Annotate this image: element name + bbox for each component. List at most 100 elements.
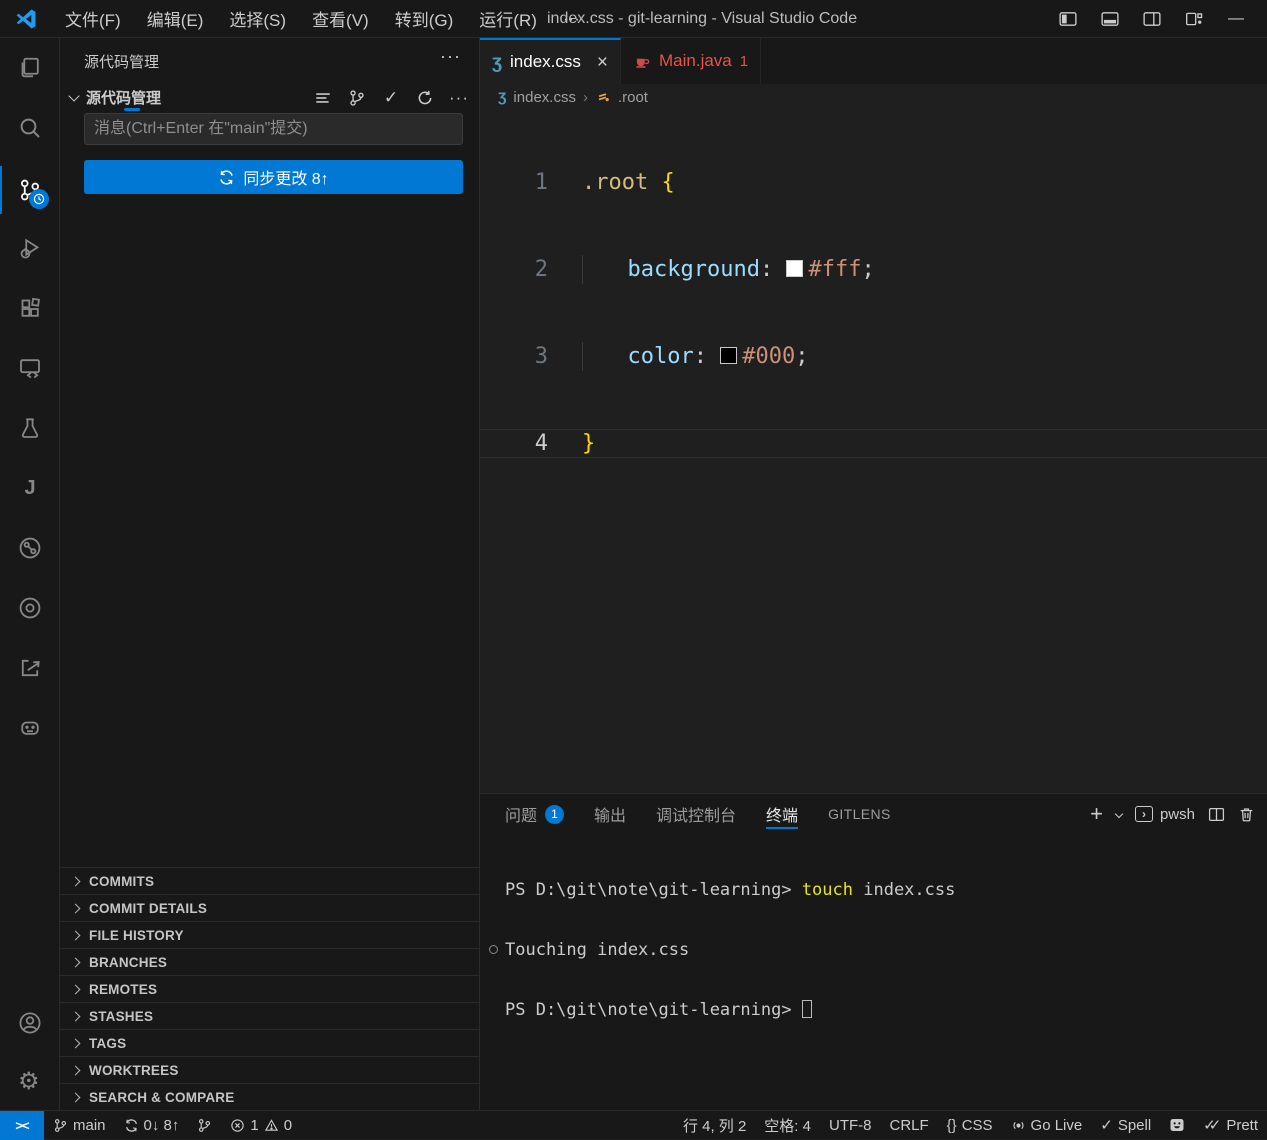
line-number: 4	[480, 430, 548, 457]
warning-icon	[264, 1118, 279, 1133]
graph-status-icon[interactable]	[188, 1111, 221, 1140]
sidebar-section-remotes[interactable]: REMOTES	[60, 975, 479, 1002]
panel-tab-debug-console[interactable]: 调试控制台	[656, 794, 736, 834]
view-as-list-icon[interactable]	[313, 88, 333, 108]
color-swatch-white[interactable]	[786, 260, 803, 277]
export-tool-icon[interactable]	[18, 656, 42, 680]
breadcrumb-file[interactable]: index.css	[513, 89, 576, 106]
account-icon[interactable]	[18, 1011, 42, 1035]
spell-text: Spell	[1118, 1117, 1151, 1134]
colon: :	[760, 257, 787, 282]
close-brace: }	[582, 431, 595, 456]
toggle-secondary-sidebar-icon[interactable]	[1135, 4, 1169, 34]
kill-terminal-trash-icon[interactable]	[1238, 806, 1255, 823]
code-editor[interactable]: 1.root { 2background: #fff; 3color: #000…	[480, 110, 1267, 793]
explorer-icon[interactable]	[18, 55, 42, 79]
sidebar-section-search-compare[interactable]: SEARCH & COMPARE	[60, 1083, 479, 1110]
spell-checker[interactable]: ✓ Spell	[1091, 1111, 1160, 1140]
vscode-logo-icon	[14, 7, 38, 31]
menu-view[interactable]: 查看(V)	[299, 2, 382, 35]
sidebar-section-tags[interactable]: TAGS	[60, 1029, 479, 1056]
menu-goto[interactable]: 转到(G)	[382, 2, 467, 35]
panel-tab-label: 终端	[766, 802, 798, 826]
prettier-status[interactable]: ✓✓ Prett	[1194, 1111, 1267, 1140]
line-number: 3	[480, 342, 548, 371]
problems-status[interactable]: 1 0	[221, 1111, 301, 1140]
terminal-output[interactable]: PS D:\git\note\git-learning> touch index…	[480, 840, 1267, 1110]
record-target-icon[interactable]	[18, 596, 42, 620]
panel-tabs: 问题 1 输出 调试控制台 终端 GITLENS	[505, 794, 891, 834]
panel-tab-output[interactable]: 输出	[594, 794, 626, 834]
breadcrumb-symbol[interactable]: .root	[618, 89, 648, 106]
language-mode[interactable]: {} CSS	[938, 1111, 1002, 1140]
remote-explorer-icon[interactable]	[18, 356, 42, 380]
terminal-command: touch	[802, 880, 853, 900]
code-line-2: 2background: #fff;	[480, 255, 1267, 284]
branch-indicator[interactable]: main	[44, 1111, 115, 1140]
extensions-icon[interactable]	[18, 296, 42, 320]
sync-changes-button[interactable]: 同步更改 8↑	[84, 160, 463, 194]
code-line-3: 3color: #000;	[480, 342, 1267, 371]
toggle-panel-icon[interactable]	[1093, 4, 1127, 34]
menu-edit[interactable]: 编辑(E)	[134, 2, 217, 35]
sidebar-section-commits[interactable]: COMMITS	[60, 867, 479, 894]
commit-message-input[interactable]	[84, 113, 463, 145]
panel-tab-problems[interactable]: 问题 1	[505, 794, 564, 834]
section-label: SEARCH & COMPARE	[89, 1090, 234, 1105]
tab-main-java[interactable]: Main.java 1	[621, 38, 761, 84]
panel-tab-gitlens[interactable]: GITLENS	[828, 794, 891, 834]
sidebar-section-branches[interactable]: BRANCHES	[60, 948, 479, 975]
source-control-icon[interactable]	[18, 178, 42, 202]
menu-run[interactable]: 运行(R)	[466, 2, 550, 35]
sidebar-more-icon[interactable]: ···	[440, 46, 461, 67]
toggle-sidebar-icon[interactable]	[1051, 4, 1085, 34]
menu-bar: 文件(F) 编辑(E) 选择(S) 查看(V) 转到(G) 运行(R) ···	[52, 2, 593, 35]
menu-file[interactable]: 文件(F)	[52, 2, 134, 35]
tab-index-css[interactable]: ʒ index.css ×	[480, 38, 621, 84]
sidebar-section-stashes[interactable]: STASHES	[60, 1002, 479, 1029]
gitlens-sections: COMMITS COMMIT DETAILS FILE HISTORY BRAN…	[60, 867, 479, 1110]
breadcrumb-separator: ›	[583, 89, 588, 106]
sync-status[interactable]: 0↓ 8↑	[115, 1111, 189, 1140]
customize-layout-icon[interactable]	[1177, 4, 1211, 34]
testing-beaker-icon[interactable]	[18, 416, 42, 440]
command-decoration-icon[interactable]	[489, 945, 498, 954]
close-icon[interactable]: ×	[597, 53, 608, 72]
minimize-button[interactable]: —	[1219, 4, 1253, 34]
bottom-panel: 问题 1 输出 调试控制台 终端 GITLENS + › pwsh	[480, 793, 1267, 1110]
panel-actions: + › pwsh	[1090, 794, 1255, 834]
commit-check-icon[interactable]: ✓	[381, 88, 401, 108]
eol-sequence[interactable]: CRLF	[880, 1111, 937, 1140]
menu-selection[interactable]: 选择(S)	[216, 2, 299, 35]
terminal-dropdown-icon[interactable]	[1115, 810, 1123, 818]
remote-indicator[interactable]: ><	[0, 1111, 44, 1140]
sidebar-section-worktrees[interactable]: WORKTREES	[60, 1056, 479, 1083]
css-file-icon: ʒ	[498, 89, 506, 105]
java-extension-icon[interactable]: J	[18, 476, 42, 500]
robot-assistant-icon[interactable]	[18, 715, 42, 739]
new-terminal-icon[interactable]: +	[1090, 803, 1103, 825]
status-bar: >< main 0↓ 8↑ 1 0 行 4, 列 2 空格: 4 UTF-8 C…	[0, 1110, 1267, 1139]
run-debug-icon[interactable]	[18, 236, 42, 260]
view-as-graph-icon[interactable]	[347, 88, 367, 108]
sidebar-section-commit-details[interactable]: COMMIT DETAILS	[60, 894, 479, 921]
split-terminal-icon[interactable]	[1208, 806, 1225, 823]
panel-tab-terminal[interactable]: 终端	[766, 794, 798, 834]
refresh-icon[interactable]	[415, 88, 435, 108]
search-icon[interactable]	[18, 116, 42, 140]
window-title: index.css - git-learning - Visual Studio…	[547, 0, 857, 38]
terminal-instance-item[interactable]: › pwsh	[1135, 806, 1195, 823]
git-graph-icon[interactable]	[18, 536, 42, 560]
cursor-position[interactable]: 行 4, 列 2	[674, 1111, 755, 1140]
scm-section-header[interactable]: 源代码管理 ✓ ···	[60, 84, 479, 112]
css-value: #000	[742, 344, 795, 369]
encoding[interactable]: UTF-8	[820, 1111, 881, 1140]
feedback-smiley[interactable]	[1160, 1111, 1194, 1140]
terminal-line: PS D:\git\note\git-learning>	[480, 1000, 1267, 1020]
scm-more-icon[interactable]: ···	[449, 88, 469, 108]
sidebar-section-file-history[interactable]: FILE HISTORY	[60, 921, 479, 948]
color-swatch-black[interactable]	[720, 347, 737, 364]
indentation[interactable]: 空格: 4	[755, 1111, 820, 1140]
go-live-button[interactable]: Go Live	[1002, 1111, 1092, 1140]
settings-gear-icon[interactable]: ⚙	[18, 1070, 42, 1094]
